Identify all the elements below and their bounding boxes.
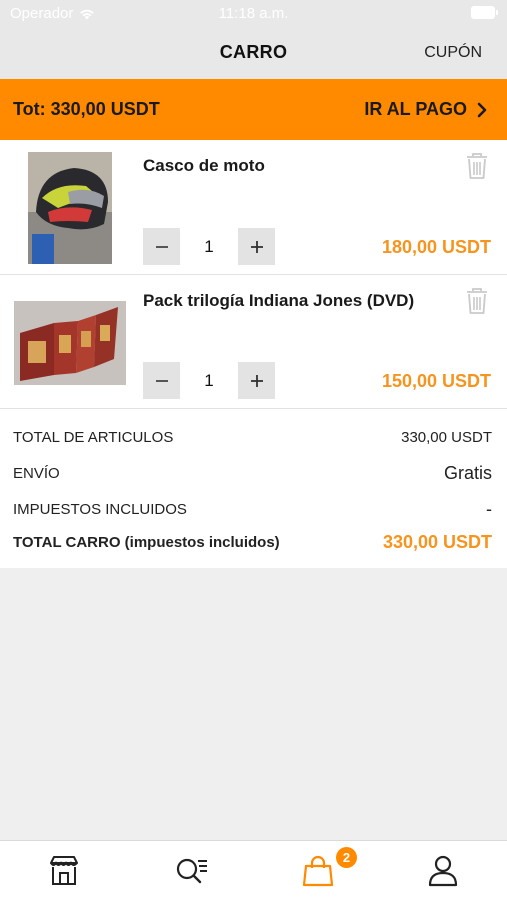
quantity-value[interactable]: 1 [180,362,238,399]
store-icon[interactable] [46,853,82,889]
search-list-icon[interactable] [173,853,209,889]
chevron-right-icon [477,102,487,117]
summary-total-row: TOTAL CARRO (impuestos incluidos) 330,00… [13,532,492,553]
summary-articles-label: TOTAL DE ARTICULOS [13,429,174,446]
top-bar: Operador 11:18 a.m. CARRO CUPÓN [0,0,507,79]
minus-icon [155,245,168,248]
cart-item: Casco de moto 1 180,00 USDT [0,140,507,274]
item-name[interactable]: Casco de moto [143,156,265,176]
decrease-quantity-button[interactable] [143,362,180,399]
summary-shipping-value: Gratis [443,463,492,483]
item-price: 180,00 USDT [381,237,491,257]
tab-bar: 2 [0,840,507,900]
user-icon[interactable] [425,853,461,889]
summary-total-value: 330,00 USDT [382,532,492,552]
cart-badge: 2 [336,847,357,868]
item-name[interactable]: Pack trilogía Indiana Jones (DVD) [143,291,414,311]
cart-list: Casco de moto 1 180,00 USDT Pack trilogí… [0,140,507,568]
status-bar: Operador 11:18 a.m. [0,0,507,28]
cart-summary: TOTAL DE ARTICULOS 330,00 USDT ENVÍO Gra… [0,409,507,568]
coupon-button[interactable]: CUPÓN [424,44,482,62]
trash-icon[interactable] [464,287,490,315]
summary-total-label: TOTAL CARRO (impuestos incluidos) [13,534,280,551]
battery-icon [471,6,498,19]
checkout-bar: Tot: 330,00 USDT IR AL PAGO [0,79,507,140]
summary-taxes-label: IMPUESTOS INCLUIDOS [13,501,187,518]
summary-taxes-value: - [486,499,492,519]
increase-quantity-button[interactable] [238,228,275,265]
cart-item: Pack trilogía Indiana Jones (DVD) 1 150,… [0,275,507,409]
summary-articles-value: 330,00 USDT [401,429,492,446]
plus-icon [250,374,263,387]
plus-icon [250,240,263,253]
checkout-button[interactable]: IR AL PAGO [364,99,487,120]
summary-shipping-label: ENVÍO [13,465,60,482]
quantity-stepper: 1 [143,362,275,399]
product-image-helmet[interactable] [28,152,112,264]
cart-total-label: Tot: 330,00 USDT [13,99,160,119]
quantity-value[interactable]: 1 [180,228,238,265]
summary-taxes-row: IMPUESTOS INCLUIDOS - [13,499,492,520]
checkout-label: IR AL PAGO [364,99,467,119]
product-image-dvd-pack[interactable] [14,301,126,385]
decrease-quantity-button[interactable] [143,228,180,265]
clock: 11:18 a.m. [218,5,289,22]
trash-icon[interactable] [464,152,490,180]
quantity-stepper: 1 [143,228,275,265]
summary-articles-row: TOTAL DE ARTICULOS 330,00 USDT [13,429,492,446]
shopping-bag-icon[interactable] [300,853,336,889]
item-price: 150,00 USDT [381,371,491,391]
minus-icon [155,379,168,382]
summary-shipping-row: ENVÍO Gratis [13,463,492,484]
increase-quantity-button[interactable] [238,362,275,399]
